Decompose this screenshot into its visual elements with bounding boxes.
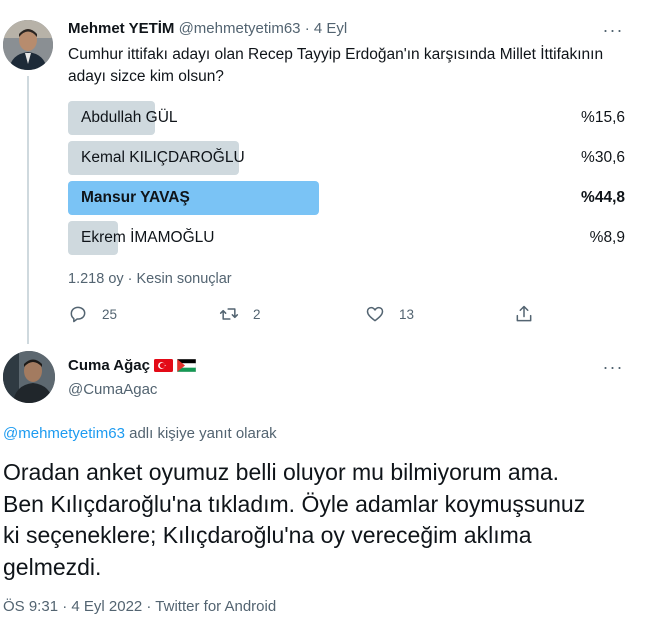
share-icon xyxy=(516,305,532,322)
separator: · xyxy=(304,20,310,37)
retweet-count: 2 xyxy=(253,306,261,322)
author-name[interactable]: Mehmet YETİM xyxy=(68,20,174,37)
author-handle[interactable]: @CumaAgac xyxy=(68,381,157,398)
share-button[interactable] xyxy=(514,304,534,324)
reply-tweet[interactable]: Cuma Ağaç @CumaAgac ··· @mehmetyetim63 a… xyxy=(0,345,661,627)
palestine-flag-icon xyxy=(176,359,196,372)
reply-text: Oradan anket oyumuz belli oluyor mu bilm… xyxy=(3,459,586,580)
tweet-timestamp[interactable]: ÖS 9:31 · 4 Eyl 2022 · Twitter for Andro… xyxy=(3,598,276,615)
author-handle[interactable]: @mehmetyetim63 xyxy=(179,20,301,37)
poll-option-label: Abdullah GÜL xyxy=(81,109,178,126)
poll-option: Kemal KILIÇDAROĞLU %30,6 xyxy=(68,141,628,175)
retweet-button[interactable]: 2 xyxy=(219,304,261,324)
thread-line xyxy=(27,76,29,344)
poll-option-label: Ekrem İMAMOĞLU xyxy=(81,229,215,246)
poll: Abdullah GÜL %15,6 Kemal KILIÇDAROĞLU %3… xyxy=(68,101,628,261)
tweet-poll[interactable]: Mehmet YETİM @mehmetyetim63 · 4 Eyl ··· … xyxy=(0,0,661,345)
more-options-icon[interactable]: ··· xyxy=(601,21,625,44)
tweet-date[interactable]: 4 Eyl xyxy=(314,20,347,37)
author-name[interactable]: Cuma Ağaç xyxy=(68,357,150,374)
poll-option-percent: %15,6 xyxy=(581,109,625,126)
poll-option: Abdullah GÜL %15,6 xyxy=(68,101,628,135)
retweet-icon xyxy=(219,308,239,320)
author-name-row: Cuma Ağaç xyxy=(68,357,196,374)
tweet-text: Cumhur ittifakı adayı olan Recep Tayyip … xyxy=(68,46,604,85)
poll-option-percent: %44,8 xyxy=(581,189,625,206)
avatar[interactable] xyxy=(3,351,55,403)
reply-count: 25 xyxy=(102,306,118,322)
reply-icon xyxy=(70,306,86,323)
poll-meta: 1.218 oy · Kesin sonuçlar xyxy=(68,271,232,287)
like-button[interactable]: 13 xyxy=(365,304,414,324)
like-icon xyxy=(366,306,384,322)
reply-button[interactable]: 25 xyxy=(68,304,117,324)
avatar[interactable] xyxy=(3,20,53,70)
poll-option-winner: Mansur YAVAŞ %44,8 xyxy=(68,181,628,215)
poll-option: Ekrem İMAMOĞLU %8,9 xyxy=(68,221,628,255)
like-count: 13 xyxy=(399,306,415,322)
poll-option-label: Mansur YAVAŞ xyxy=(81,189,190,206)
tweet-actions: 25 2 13 xyxy=(68,304,548,328)
more-options-icon[interactable]: ··· xyxy=(601,358,625,381)
reply-to-link[interactable]: @mehmetyetim63 xyxy=(3,425,125,442)
replying-to: @mehmetyetim63 adlı kişiye yanıt olarak xyxy=(3,425,277,442)
tweet-header: Mehmet YETİM @mehmetyetim63 · 4 Eyl xyxy=(68,20,347,37)
poll-option-percent: %30,6 xyxy=(581,149,625,166)
poll-option-label: Kemal KILIÇDAROĞLU xyxy=(81,149,245,166)
poll-option-percent: %8,9 xyxy=(589,229,625,246)
reply-to-suffix: adlı kişiye yanıt olarak xyxy=(124,425,277,442)
turkey-flag-icon xyxy=(153,359,173,372)
